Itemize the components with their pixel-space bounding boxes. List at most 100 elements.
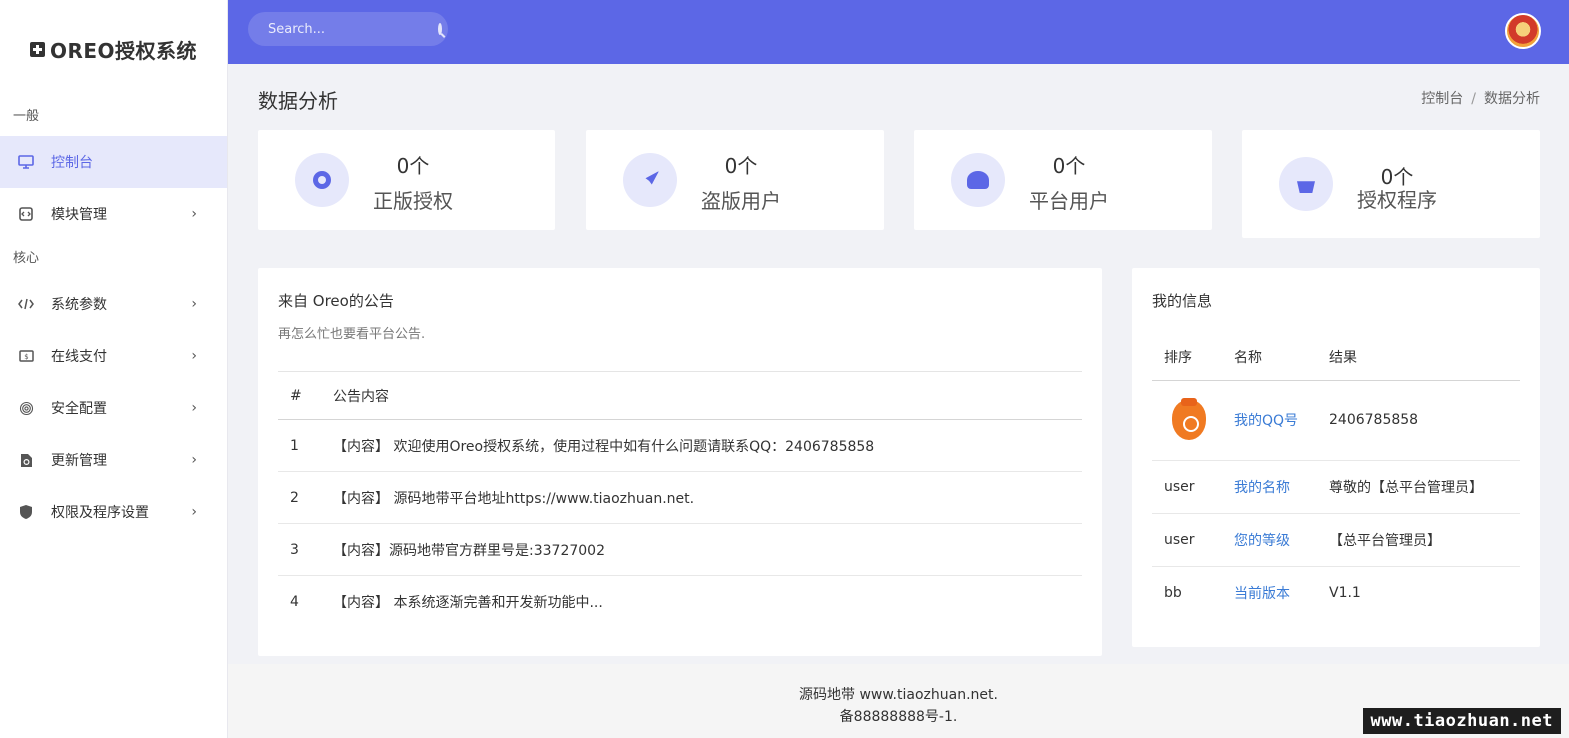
sidebar: OREO授权系统 一般 控制台 模块管理 › 核心 系统参数 › $ 在线支付 …: [0, 0, 228, 738]
sidebar-item-label: 系统参数: [51, 297, 107, 313]
main-content: 数据分析 控制台 / 数据分析 0个 正版授权 0个 盗版用户 0个 平台用户 0个…: [228, 64, 1569, 738]
fingerprint-icon: [18, 400, 34, 416]
row-content: 【内容】 源码地带平台地址https://www.tiaozhuan.net.: [333, 471, 1082, 524]
stat-label: 平台用户: [1029, 189, 1109, 213]
notice-title: 来自 Oreo的公告: [278, 292, 394, 310]
brand[interactable]: OREO授权系统: [0, 0, 227, 98]
chevron-right-icon: ›: [191, 296, 197, 312]
sidebar-item-modules[interactable]: 模块管理 ›: [0, 188, 227, 240]
sidebar-item-system-params[interactable]: 系统参数 ›: [0, 278, 227, 330]
search-input[interactable]: [268, 21, 438, 37]
stat-card-programs: 0个 授权程序: [1242, 130, 1540, 238]
sidebar-item-updates[interactable]: 更新管理 ›: [0, 434, 227, 486]
watermark: www.tiaozhuan.net: [1362, 708, 1561, 734]
footer-line-1: 源码地带 www.tiaozhuan.net.: [799, 687, 998, 703]
shield-icon: [18, 504, 34, 520]
row-image: user: [1152, 513, 1234, 567]
table-row: 1 【内容】 欢迎使用Oreo授权系统，使用过程中如有什么问题请联系QQ：240…: [278, 419, 1082, 472]
stat-value: 0个: [396, 154, 430, 178]
sidebar-item-online-payment[interactable]: $ 在线支付 ›: [0, 330, 227, 382]
stat-card-pirated: 0个 盗版用户: [586, 130, 884, 230]
stat-label: 授权程序: [1357, 188, 1437, 212]
sidebar-item-label: 更新管理: [51, 453, 107, 469]
sidebar-item-label: 权限及程序设置: [51, 505, 149, 521]
search-icon[interactable]: [438, 23, 442, 35]
stat-card-licensed: 0个 正版授权: [258, 130, 555, 230]
table-row: 2 【内容】 源码地带平台地址https://www.tiaozhuan.net…: [278, 471, 1082, 524]
table-row: user 我的名称 尊敬的【总平台管理员】: [1152, 460, 1520, 514]
sidebar-item-label: 模块管理: [51, 207, 107, 223]
row-name-link[interactable]: 您的等级: [1234, 513, 1329, 567]
sidebar-item-label: 控制台: [51, 155, 93, 171]
page-title: 数据分析: [258, 89, 338, 113]
info-title: 我的信息: [1152, 292, 1213, 310]
user-avatar[interactable]: [1505, 13, 1541, 49]
row-number: 3: [278, 523, 333, 576]
breadcrumb-current: 数据分析: [1484, 91, 1540, 107]
table-header-row: 排序 名称 结果: [1152, 334, 1520, 381]
nav-section-core: 核心: [13, 251, 40, 266]
stat-icon-circle: [623, 153, 677, 207]
row-name-link[interactable]: 当前版本: [1234, 566, 1329, 619]
info-table: 排序 名称 结果 我的QQ号 2406785858 user 我的名称 尊敬的【…: [1152, 334, 1520, 619]
search-box: [248, 12, 448, 46]
table-row: 3 【内容】源码地带官方群里号是:33727002: [278, 523, 1082, 576]
chevron-right-icon: ›: [191, 400, 197, 416]
chevron-right-icon: ›: [191, 452, 197, 468]
row-name-link[interactable]: 我的QQ号: [1234, 380, 1329, 461]
notice-card: 来自 Oreo的公告 再怎么忙也要看平台公告. # 公告内容 1 【内容】 欢迎…: [258, 268, 1102, 656]
sidebar-item-label: 在线支付: [51, 349, 107, 365]
row-content: 【内容】源码地带官方群里号是:33727002: [333, 523, 1082, 576]
code-icon: [18, 296, 34, 312]
top-header: [228, 0, 1569, 64]
row-name-link[interactable]: 我的名称: [1234, 460, 1329, 514]
add-users-icon: [967, 171, 989, 189]
column-header-content: 公告内容: [333, 371, 1082, 420]
svg-text:$: $: [24, 353, 28, 361]
stat-icon-circle: [295, 153, 349, 207]
breadcrumb: 控制台 / 数据分析: [1421, 88, 1540, 108]
table-row: user 您的等级 【总平台管理员】: [1152, 513, 1520, 567]
row-number: 4: [290, 593, 299, 610]
sidebar-item-security[interactable]: 安全配置 ›: [0, 382, 227, 434]
stat-value: 0个: [724, 154, 758, 178]
money-icon: $: [18, 348, 34, 364]
row-image: bb: [1152, 566, 1234, 619]
stat-label: 盗版用户: [701, 189, 781, 213]
webcam-icon: [313, 171, 331, 189]
row-number: 2: [278, 471, 333, 524]
stat-icon-circle: [1279, 157, 1333, 211]
chevron-right-icon: ›: [191, 348, 197, 364]
notice-subtitle: 再怎么忙也要看平台公告.: [278, 327, 426, 342]
qq-money-bag-icon: [1172, 398, 1206, 440]
row-value: 尊敬的【总平台管理员】: [1329, 460, 1520, 514]
row-value: 2406785858: [1329, 380, 1520, 461]
sidebar-item-dashboard[interactable]: 控制台: [0, 136, 227, 188]
row-content: 【内容】 本系统逐渐完善和开发新功能中...: [333, 594, 603, 611]
stat-card-platform-users: 0个 平台用户: [914, 130, 1212, 230]
row-value: 【总平台管理员】: [1329, 513, 1520, 567]
stat-label: 正版授权: [373, 189, 453, 213]
stat-value: 0个: [1052, 154, 1086, 178]
table-header-row: # 公告内容: [278, 371, 1082, 420]
broken-image-alt: user: [1164, 531, 1195, 548]
brand-title: OREO授权系统: [49, 38, 198, 63]
table-row: bb 当前版本 V1.1: [1152, 566, 1520, 619]
rocket-icon: [645, 171, 659, 185]
basket-icon: [1297, 181, 1315, 193]
broken-image-alt: bb: [1164, 584, 1182, 601]
nav-section-general: 一般: [13, 109, 40, 124]
stat-icon-circle: [951, 153, 1005, 207]
chevron-right-icon: ›: [191, 206, 197, 222]
row-number: 1: [278, 419, 333, 472]
column-header-name: 名称: [1234, 334, 1329, 381]
sidebar-item-permissions[interactable]: 权限及程序设置 ›: [0, 486, 227, 538]
row-image: user: [1152, 460, 1234, 514]
chevron-right-icon: ›: [191, 504, 197, 520]
column-header-order: 排序: [1152, 334, 1234, 381]
notice-table: # 公告内容 1 【内容】 欢迎使用Oreo授权系统，使用过程中如有什么问题请联…: [278, 371, 1082, 628]
logo-plus-icon: [29, 41, 45, 57]
update-file-icon: [18, 452, 34, 468]
breadcrumb-link-dashboard[interactable]: 控制台: [1421, 91, 1463, 107]
row-value: V1.1: [1329, 584, 1361, 601]
